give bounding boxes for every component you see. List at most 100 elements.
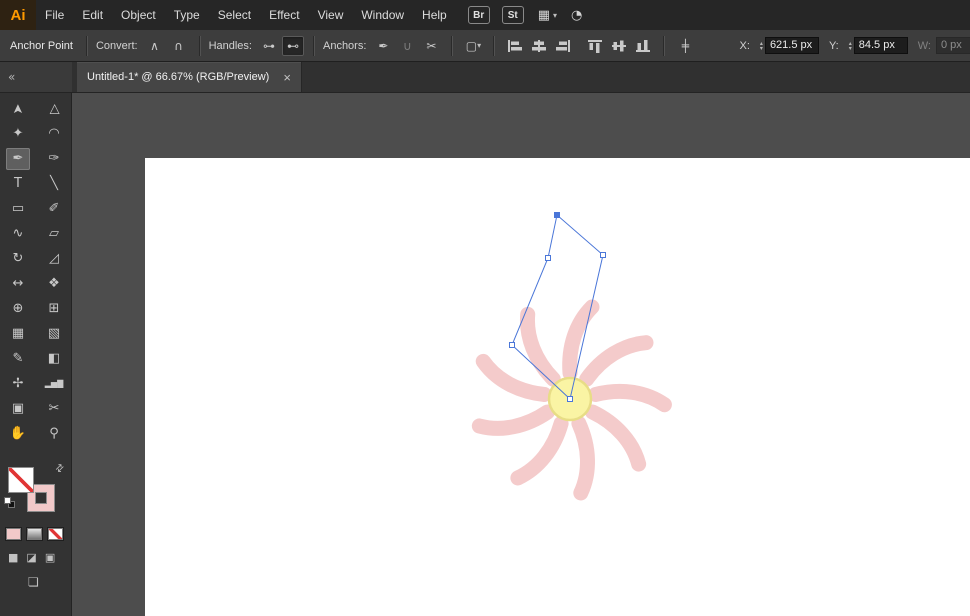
gradient-tool[interactable]: ▧ xyxy=(36,321,72,346)
align-left-button[interactable] xyxy=(504,36,526,56)
menu-view[interactable]: View xyxy=(309,0,353,30)
eraser-tool[interactable]: ▱ xyxy=(36,221,72,246)
context-label: Anchor Point xyxy=(10,40,73,52)
menu-edit[interactable]: Edit xyxy=(73,0,112,30)
line-segment-tool[interactable]: ╲ xyxy=(36,171,72,196)
w-input[interactable]: 0 px xyxy=(936,37,970,54)
x-stepper[interactable]: ▴ ▾ xyxy=(760,41,763,51)
type-tool[interactable]: T xyxy=(0,171,36,196)
align-vertical-center-icon xyxy=(611,39,627,53)
mesh-tool[interactable]: ▦ xyxy=(0,321,36,346)
stepper-down-icon[interactable]: ▾ xyxy=(849,46,852,51)
handles-label: Handles: xyxy=(209,40,252,52)
anchor-point[interactable] xyxy=(601,253,606,258)
color-type-buttons xyxy=(5,527,64,541)
align-vertical-center-button[interactable] xyxy=(608,36,630,56)
fill-swatch[interactable] xyxy=(8,467,34,493)
symbol-sprayer-tool[interactable]: ✢ xyxy=(0,371,36,396)
shaper-tool[interactable]: ∿ xyxy=(0,221,36,246)
show-handles-button[interactable]: ⊷ xyxy=(282,36,304,56)
column-graph-tool[interactable]: ▂▅▇ xyxy=(36,371,72,396)
arrange-documents-button[interactable]: ▦ ▾ xyxy=(538,8,557,23)
anchor-point[interactable] xyxy=(510,343,515,348)
scale-tool[interactable]: ◿ xyxy=(36,246,72,271)
cut-path-button[interactable]: ✂ xyxy=(420,36,442,56)
slice-tool[interactable]: ✂ xyxy=(36,396,72,421)
align-right-button[interactable] xyxy=(552,36,574,56)
gpu-performance-button[interactable]: ◔ xyxy=(571,8,582,23)
eyedropper-icon: ✎ xyxy=(6,348,30,370)
paintbrush-tool[interactable]: ✐ xyxy=(36,196,72,221)
anchor-point[interactable] xyxy=(546,256,551,261)
curvature-tool[interactable]: ✑ xyxy=(36,146,72,171)
menu-object[interactable]: Object xyxy=(112,0,165,30)
tools-grid: ➤ ▷ ✦ ◠ ✒ ✑ T ╲ ▭ ✐ ∿ ▱ ↻ ◿ ↔ ❖ ⊕ ⊞ ▦ ▧ … xyxy=(0,93,71,446)
width-icon: ↔ xyxy=(6,273,30,295)
shape-builder-tool[interactable]: ⊕ xyxy=(0,296,36,321)
align-horizontal-center-icon xyxy=(531,39,547,53)
bridge-button[interactable]: Br xyxy=(468,6,490,24)
canvas-art[interactable] xyxy=(72,93,970,616)
anchor-point-selected[interactable] xyxy=(554,212,560,218)
draw-normal-icon[interactable]: ■ xyxy=(8,551,18,564)
rotate-tool[interactable]: ↻ xyxy=(0,246,36,271)
draw-inside-icon[interactable]: ▣ xyxy=(45,551,55,564)
y-stepper[interactable]: ▴ ▾ xyxy=(849,41,852,51)
canvas-pasteboard[interactable] xyxy=(72,93,970,616)
gradient-button[interactable] xyxy=(26,527,43,541)
menu-select[interactable]: Select xyxy=(209,0,260,30)
collapse-icon: « xyxy=(8,70,15,84)
pen-tool[interactable]: ✒ xyxy=(0,146,36,171)
stepper-down-icon[interactable]: ▾ xyxy=(760,46,763,51)
close-tab-icon[interactable]: × xyxy=(283,70,291,85)
free-transform-tool[interactable]: ❖ xyxy=(36,271,72,296)
direct-selection-tool[interactable]: ▷ xyxy=(36,96,72,121)
none-button[interactable] xyxy=(47,527,64,541)
hide-handles-button[interactable]: ⊶ xyxy=(258,36,280,56)
align-horizontal-center-button[interactable] xyxy=(528,36,550,56)
anchor-point[interactable] xyxy=(568,397,573,402)
swap-fill-stroke-icon[interactable]: ⇄ xyxy=(53,462,67,476)
hand-icon: ✋ xyxy=(6,423,30,445)
perspective-grid-tool[interactable]: ⊞ xyxy=(36,296,72,321)
x-input[interactable]: 621.5 px xyxy=(765,37,819,54)
collapse-panel-button[interactable]: « xyxy=(0,62,72,92)
menu-effect[interactable]: Effect xyxy=(260,0,308,30)
blend-tool[interactable]: ◧ xyxy=(36,346,72,371)
lasso-tool[interactable]: ◠ xyxy=(36,121,72,146)
convert-to-smooth-button[interactable]: ∩ xyxy=(168,36,190,56)
eyedropper-tool[interactable]: ✎ xyxy=(0,346,36,371)
control-bar: Anchor Point Convert: ∧ ∩ Handles: ⊶ ⊷ A… xyxy=(0,30,970,62)
width-tool[interactable]: ↔ xyxy=(0,271,36,296)
menu-window[interactable]: Window xyxy=(352,0,413,30)
draw-behind-icon[interactable]: ◪ xyxy=(26,551,36,564)
y-input[interactable]: 84.5 px xyxy=(854,37,908,54)
magic-wand-tool[interactable]: ✦ xyxy=(0,121,36,146)
isolate-selected-object-button[interactable]: ▢ ▾ xyxy=(462,36,484,56)
illustrator-logo[interactable]: Ai xyxy=(0,0,36,30)
menu-file[interactable]: File xyxy=(36,0,73,30)
menu-type[interactable]: Type xyxy=(165,0,209,30)
remove-anchor-button[interactable]: ✒ xyxy=(372,36,394,56)
stock-button[interactable]: St xyxy=(502,6,524,24)
screen-mode-button[interactable]: ❏ xyxy=(28,575,39,589)
distribute-center-button[interactable]: ╪ xyxy=(674,36,696,56)
lasso-icon: ◠ xyxy=(42,123,66,145)
connect-endpoints-button[interactable]: ∪ xyxy=(396,36,418,56)
menu-help[interactable]: Help xyxy=(413,0,456,30)
default-fill-stroke-icon[interactable] xyxy=(4,497,16,509)
zoom-tool[interactable]: ⚲ xyxy=(36,421,72,446)
document-tab[interactable]: Untitled-1* @ 66.67% (RGB/Preview) × xyxy=(77,62,302,92)
align-bottom-button[interactable] xyxy=(632,36,654,56)
scale-icon: ◿ xyxy=(42,248,66,270)
document-tab-title: Untitled-1* @ 66.67% (RGB/Preview) xyxy=(87,71,269,83)
color-button[interactable] xyxy=(5,527,22,541)
selection-tool[interactable]: ➤ xyxy=(0,96,36,121)
align-top-button[interactable] xyxy=(584,36,606,56)
artboard-tool[interactable]: ▣ xyxy=(0,396,36,421)
hand-tool[interactable]: ✋ xyxy=(0,421,36,446)
rectangle-tool[interactable]: ▭ xyxy=(0,196,36,221)
chevron-down-icon: ▾ xyxy=(477,41,481,50)
convert-to-corner-button[interactable]: ∧ xyxy=(144,36,166,56)
w-field-group: W: 0 px xyxy=(918,37,970,54)
